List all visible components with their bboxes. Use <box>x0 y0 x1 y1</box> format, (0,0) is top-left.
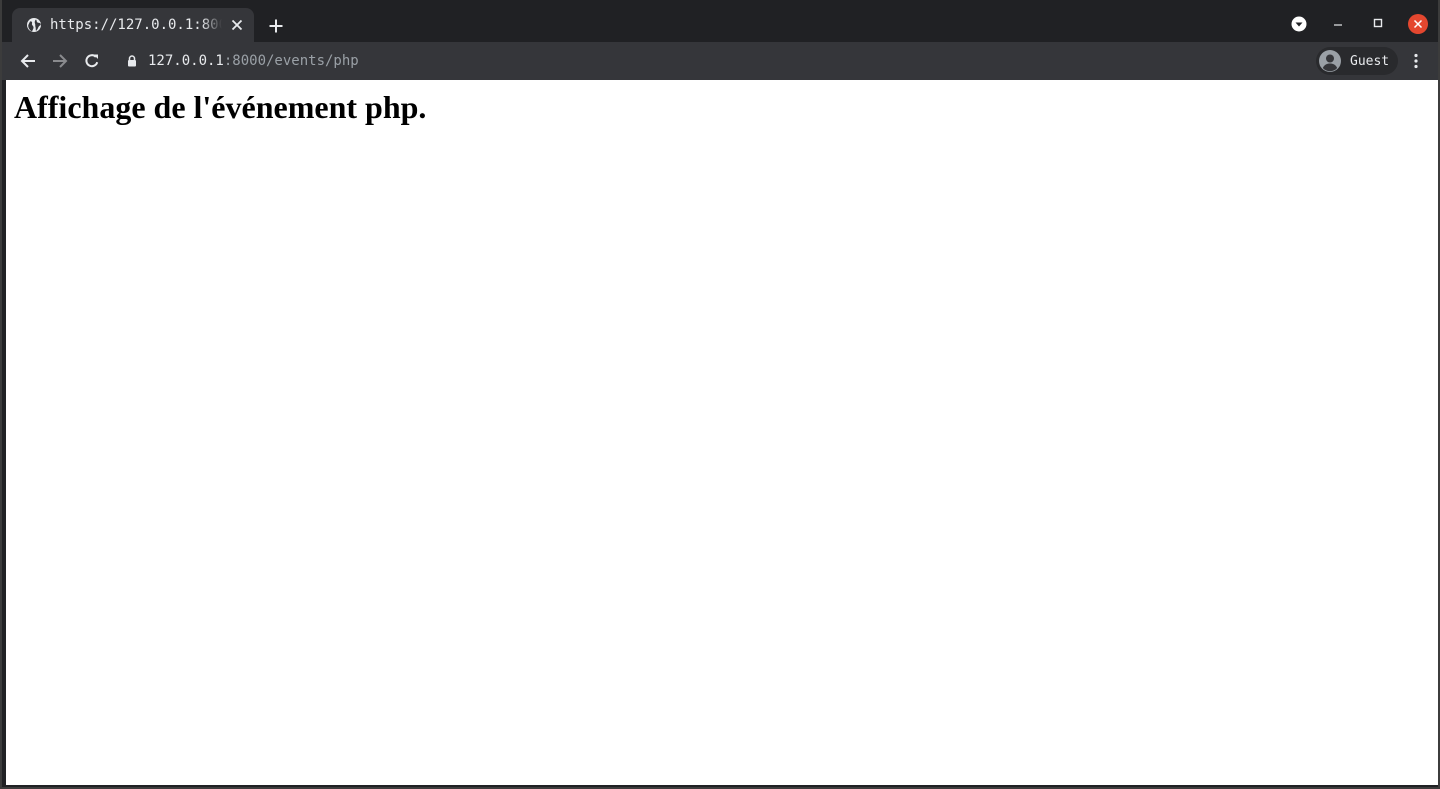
close-tab-icon[interactable] <box>228 16 246 34</box>
plus-icon <box>269 19 283 33</box>
arrow-right-icon <box>53 54 68 68</box>
forward-button[interactable] <box>48 49 72 73</box>
page-content: Affichage de l'événement php. <box>6 80 1438 785</box>
close-window-button[interactable] <box>1406 12 1430 36</box>
new-tab-button[interactable] <box>264 14 288 38</box>
maximize-icon <box>1373 18 1383 28</box>
chevron-down-icon <box>1291 16 1307 32</box>
tab-title: https://127.0.0.1:8000/events/php <box>50 17 222 33</box>
page-title: Affichage de l'événement php. <box>14 89 427 125</box>
profile-button[interactable]: Guest <box>1316 47 1398 75</box>
browser-toolbar: 127.0.0.1:8000/events/php Guest <box>2 42 1438 80</box>
url-path: :8000/events/php <box>223 53 359 69</box>
more-vertical-icon <box>1414 53 1418 69</box>
close-icon <box>1408 14 1428 34</box>
reload-icon <box>85 54 99 68</box>
browser-tab[interactable]: https://127.0.0.1:8000/events/php <box>12 8 254 42</box>
tab-search-button[interactable] <box>1287 12 1311 36</box>
maximize-button[interactable] <box>1366 12 1390 36</box>
back-button[interactable] <box>16 49 40 73</box>
avatar-icon <box>1319 50 1341 72</box>
profile-label: Guest <box>1350 53 1390 69</box>
browser-window: https://127.0.0.1:8000/events/php <box>0 0 1440 789</box>
url-host: 127.0.0.1 <box>148 53 224 69</box>
reload-button[interactable] <box>80 49 104 73</box>
arrow-left-icon <box>20 54 35 68</box>
url-text[interactable]: 127.0.0.1:8000/events/php <box>148 53 359 69</box>
minimize-icon <box>1334 24 1342 26</box>
minimize-button[interactable] <box>1326 12 1350 36</box>
globe-icon <box>26 17 42 33</box>
tab-strip: https://127.0.0.1:8000/events/php <box>2 0 1438 42</box>
lock-icon[interactable] <box>124 55 140 67</box>
address-bar[interactable]: 127.0.0.1:8000/events/php <box>116 46 1306 76</box>
browser-menu-button[interactable] <box>1404 49 1428 73</box>
